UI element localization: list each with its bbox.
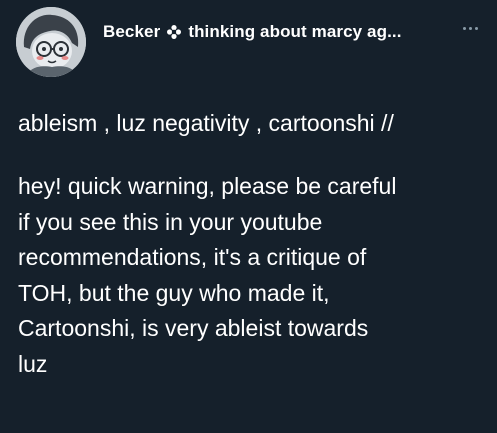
tweet-body-line: recommendations, it's a critique of (18, 244, 367, 270)
flower-icon (166, 24, 182, 40)
display-name-secondary: thinking about marcy ag... (188, 22, 402, 41)
tweet-body-line: luz (18, 350, 48, 377)
tweet-body-line: TOH, but the guy who made it, (18, 279, 330, 306)
avatar[interactable] (16, 7, 86, 77)
more-icon[interactable] (455, 18, 485, 38)
tweet-body: hey! quick warning, please be careful if… (18, 169, 488, 382)
tweet-header: Becker thinking about marcy ag... (103, 20, 453, 44)
display-name[interactable]: Becker thinking about marcy ag... (103, 22, 402, 42)
display-name-primary: Becker (103, 22, 161, 41)
tweet-body-line: Cartoonshi, is very ableist towards (18, 315, 369, 341)
tweet-body-line: if you see this in your youtube (18, 208, 323, 235)
content-warning: ableism , luz negativity , cartoonshi // (18, 110, 394, 136)
tweet: Becker thinking about marcy ag... ableis… (0, 0, 497, 433)
tweet-body-line: hey! quick warning, please be careful (18, 173, 397, 199)
avatar-illustration (16, 7, 86, 77)
